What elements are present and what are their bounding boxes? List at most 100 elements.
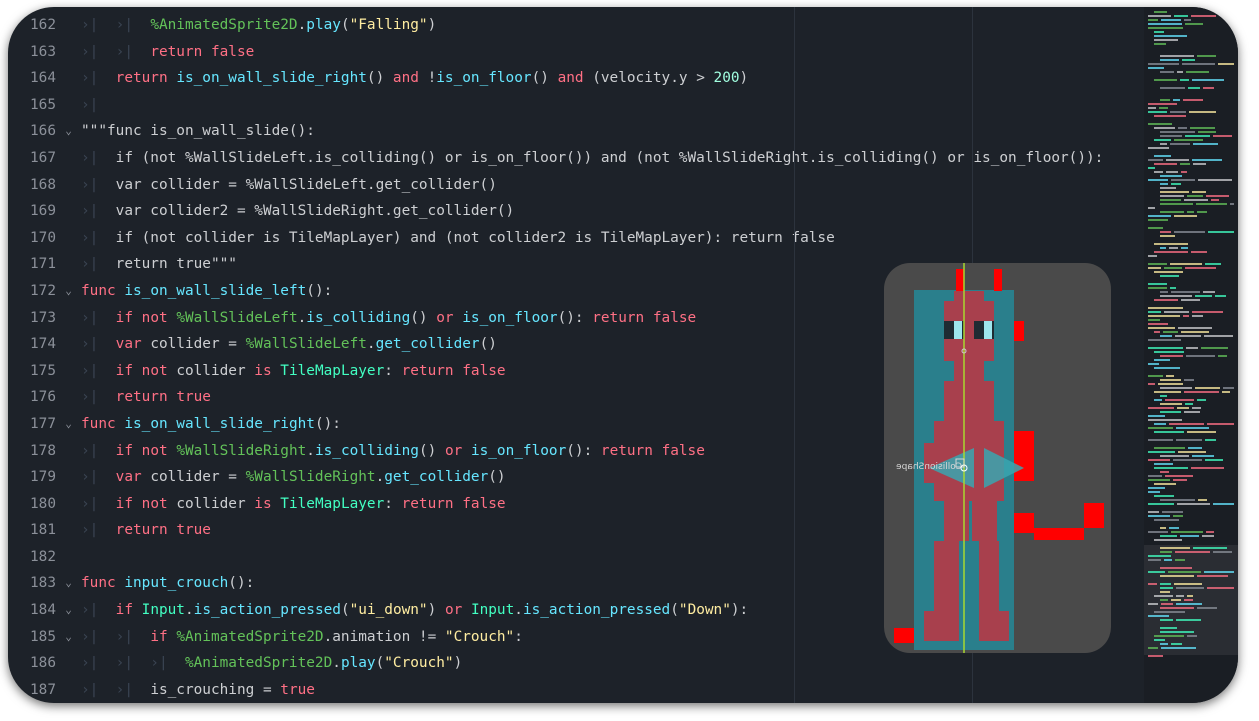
indent-tab-markers: ›|: [81, 203, 116, 220]
minimap-line: [1192, 311, 1223, 313]
code-token: %WallSlideRight: [176, 442, 307, 459]
code-token: return: [600, 442, 653, 459]
minimap-line: [1191, 251, 1207, 253]
minimap-line: [1154, 127, 1175, 129]
minimap-line: [1198, 499, 1207, 501]
indent-tab-markers: ›|: [81, 602, 116, 619]
code-line[interactable]: 165 ›|: [8, 92, 1148, 119]
code-token: var: [115, 469, 142, 486]
minimap-line: [1169, 247, 1178, 249]
minimap-line: [1188, 447, 1202, 449]
fold-chevron-icon[interactable]: ⌄: [56, 278, 81, 305]
line-number: 181: [30, 522, 56, 539]
minimap-line: [1222, 391, 1230, 393]
character-sprite: CollisionShape: [894, 263, 1104, 653]
minimap-line: [1160, 235, 1175, 237]
fold-chevron-icon[interactable]: ⌄: [56, 597, 81, 624]
code-token: is: [254, 362, 272, 379]
line-number: 169: [30, 203, 56, 220]
minimap-line: [1160, 527, 1166, 529]
minimap-line: [1160, 499, 1195, 501]
code-token: var: [115, 336, 142, 353]
minimap-line: [1160, 195, 1184, 197]
minimap-line: [1177, 71, 1183, 73]
code-line[interactable]: 186 ›| ›| ›| %AnimatedSprite2D. play("Crou…: [8, 650, 1148, 677]
minimap-line: [1192, 407, 1201, 409]
minimap-line: [1190, 127, 1215, 129]
minimap-line: [1176, 587, 1204, 589]
code-line[interactable]: 166 ⌄ """func is_on_wall_slide():: [8, 118, 1148, 145]
minimap-line: [1171, 599, 1181, 601]
minimap-line: [1148, 111, 1167, 113]
minimap-line: [1189, 111, 1216, 113]
minimap-line: [1154, 243, 1188, 245]
minimap-line: [1198, 131, 1216, 133]
minimap-line: [1192, 315, 1203, 317]
minimap-line: [1196, 203, 1227, 205]
code-token: .: [332, 655, 341, 672]
line-number: 177: [30, 415, 56, 432]
code-token: or: [444, 442, 463, 459]
code-minimap[interactable]: [1144, 7, 1238, 703]
code-line[interactable]: 168 ›| var collider = %WallSlideLeft.get_…: [8, 172, 1148, 199]
code-token: "Crouch": [444, 628, 515, 645]
minimap-line: [1207, 423, 1234, 425]
minimap-line: [1148, 487, 1165, 489]
minimap-line: [1160, 291, 1168, 293]
minimap-line: [1148, 27, 1183, 29]
line-number: 184: [30, 602, 56, 619]
minimap-line: [1161, 603, 1173, 605]
collision-shape-label: CollisionShape: [896, 462, 962, 472]
minimap-line: [1174, 15, 1188, 17]
minimap-line: [1160, 87, 1185, 89]
minimap-line: [1148, 583, 1157, 585]
minimap-line: [1178, 327, 1212, 329]
code-line[interactable]: 164 ›| return is_on_wall_slide_right() an…: [8, 65, 1148, 92]
fold-chevron-icon[interactable]: ⌄: [56, 570, 81, 597]
minimap-line: [1193, 143, 1218, 145]
minimap-line: [1184, 379, 1194, 381]
code-token: is_action_pressed: [193, 602, 341, 619]
minimap-line: [1148, 415, 1165, 417]
minimap-line: [1160, 591, 1170, 593]
code-token: %WallSlideRight: [245, 469, 376, 486]
code-line[interactable]: 187 ›| ›| is_crouching = true: [8, 677, 1148, 703]
minimap-line: [1178, 451, 1206, 453]
code-line[interactable]: 163 ›| ›| return false: [8, 39, 1148, 66]
code-token: is_on_wall_slide_left: [124, 282, 307, 299]
minimap-line: [1148, 375, 1163, 377]
fold-chevron-icon[interactable]: ⌄: [56, 118, 81, 145]
code-token: .: [366, 336, 376, 353]
minimap-line: [1183, 99, 1203, 101]
minimap-line: [1195, 295, 1212, 297]
code-line[interactable]: 162 ›| ›| %AnimatedSprite2D. play("Falling…: [8, 12, 1148, 39]
minimap-line: [1154, 115, 1186, 117]
code-line[interactable]: 167 ›| if (not %WallSlideLeft.is_collidin…: [8, 145, 1148, 172]
code-token: is_colliding: [306, 309, 411, 326]
fold-chevron-icon[interactable]: ⌄: [56, 411, 81, 438]
minimap-line: [1148, 479, 1170, 481]
code-token: and: [392, 70, 419, 87]
minimap-line: [1160, 575, 1194, 577]
minimap-line: [1175, 559, 1185, 561]
minimap-line: [1160, 455, 1189, 457]
code-token: is_on_floor: [436, 70, 532, 87]
code-token: ): [427, 602, 445, 619]
minimap-line: [1154, 171, 1163, 173]
code-line[interactable]: 169 ›| var collider2 = %WallSlideRight.ge…: [8, 198, 1148, 225]
code-token: (: [375, 655, 385, 672]
minimap-line: [1223, 387, 1234, 389]
code-token: return: [401, 362, 454, 379]
fold-chevron-icon[interactable]: ⌄: [56, 624, 81, 651]
minimap-line: [1148, 603, 1158, 605]
code-token: is_on_wall_slide_right: [124, 415, 315, 432]
code-token: ():: [306, 282, 333, 299]
minimap-line: [1154, 39, 1178, 41]
minimap-line: [1186, 355, 1215, 357]
indent-tab-markers: ›|: [81, 495, 116, 512]
minimap-line: [1160, 567, 1192, 569]
code-line[interactable]: 170 ›| if (not collider is TileMapLayer) …: [8, 225, 1148, 252]
code-token: false: [652, 309, 697, 326]
